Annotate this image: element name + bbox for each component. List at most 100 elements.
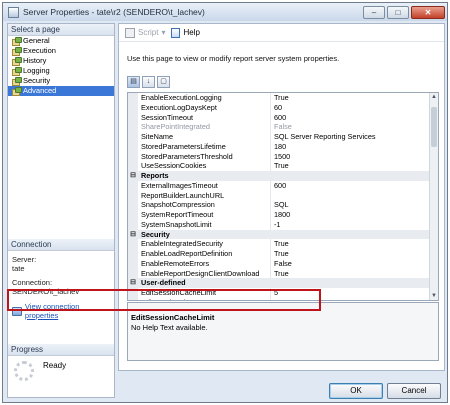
property-value[interactable]: True	[271, 249, 438, 259]
server-label: Server:	[12, 255, 37, 264]
grid-property-row[interactable]: EnableExecutionLogging True	[128, 93, 438, 103]
property-value[interactable]: SQL	[271, 200, 438, 210]
collapse-icon[interactable]: ⊟	[128, 171, 138, 181]
grid-property-row[interactable]: StoredParametersThreshold 1500	[128, 151, 438, 162]
scroll-thumb[interactable]	[431, 107, 437, 147]
grid-property-row[interactable]: UseSessionCookies True	[128, 161, 438, 171]
property-value[interactable]: 1800	[271, 210, 438, 220]
row-gutter	[128, 141, 138, 152]
grid-property-row[interactable]: SharePointIntegrated False	[128, 122, 438, 132]
property-value[interactable]: True	[271, 161, 438, 171]
alphabetical-sort-icon[interactable]: ↓	[142, 76, 155, 88]
grid-property-row[interactable]: SystemReportTimeout 1800	[128, 210, 438, 220]
property-name: EnableLoadReportDefinition	[138, 249, 271, 259]
view-connection-row[interactable]: View connection properties	[8, 302, 114, 320]
property-name: UseSessionCookies	[138, 161, 271, 171]
maximize-button[interactable]: □	[387, 5, 409, 19]
grid-property-row[interactable]: EditSessionCacheLimit 5	[128, 288, 438, 298]
property-value[interactable]: False	[271, 259, 438, 269]
minimize-button[interactable]: –	[363, 5, 385, 19]
cancel-button[interactable]: Cancel	[387, 383, 441, 399]
property-page-icon	[12, 67, 22, 76]
view-connection-properties-link[interactable]: View connection properties	[25, 302, 114, 320]
page-item[interactable]: Security	[8, 76, 114, 86]
property-value[interactable]: 600	[271, 181, 438, 191]
help-text: No Help Text available.	[131, 323, 208, 332]
help-button[interactable]: Help	[171, 27, 200, 38]
property-name: EnableRemoteErrors	[138, 258, 271, 269]
grid-property-row[interactable]: ReportBuilderLaunchURL	[128, 190, 438, 201]
property-value[interactable]: SQL Server Reporting Services	[271, 132, 438, 142]
row-gutter	[128, 210, 138, 220]
help-title: EditSessionCacheLimit	[131, 313, 215, 322]
grid-property-row[interactable]: EnableIntegratedSecurity True	[128, 239, 438, 249]
row-gutter	[128, 161, 138, 171]
page-item[interactable]: Logging	[8, 66, 114, 76]
property-pages-icon[interactable]: ▢	[157, 76, 170, 88]
page-description: Use this page to view or modify report s…	[127, 54, 340, 63]
property-value[interactable]: False	[271, 122, 438, 132]
collapse-icon[interactable]: ⊟	[128, 278, 138, 288]
property-value[interactable]: True	[271, 93, 438, 103]
property-value[interactable]: 180	[271, 142, 438, 152]
property-grid-scrollbar[interactable]: ▲ ▼	[429, 93, 438, 300]
property-value[interactable]: 600	[271, 113, 438, 123]
row-gutter	[128, 258, 138, 269]
grid-property-row[interactable]: SiteName SQL Server Reporting Services	[128, 132, 438, 142]
grid-category-row[interactable]: ⊟ Security	[128, 229, 438, 240]
connection-header: Connection	[8, 239, 114, 251]
grid-property-row[interactable]: StoredParametersLifetime 180	[128, 141, 438, 152]
page-item[interactable]: Advanced	[8, 86, 114, 96]
row-gutter	[128, 268, 138, 279]
script-label: Script	[138, 28, 159, 37]
row-gutter	[128, 200, 138, 210]
grid-category-label: Security	[141, 229, 170, 239]
property-value[interactable]: 60	[271, 103, 438, 113]
page-item[interactable]: Execution	[8, 46, 114, 56]
grid-property-row[interactable]: EnableLoadReportDefinition True	[128, 249, 438, 259]
help-icon	[171, 27, 181, 38]
property-name: ExternalImagesTimeout	[138, 180, 271, 191]
script-dropdown-icon[interactable]: ▾	[161, 28, 165, 37]
progress-status: Ready	[43, 361, 67, 370]
property-value[interactable]: 1500	[271, 152, 438, 162]
grid-property-row[interactable]: EditSessionTimeout7200	[128, 297, 438, 300]
grid-property-row[interactable]: ExternalImagesTimeout 600	[128, 180, 438, 191]
property-value[interactable]: 5	[271, 288, 438, 298]
grid-property-row[interactable]: SystemSnapshotLimit -1	[128, 219, 438, 230]
close-button[interactable]: ✕	[411, 5, 445, 19]
page-item[interactable]: History	[8, 56, 114, 66]
property-value[interactable]: True	[271, 239, 438, 249]
collapse-icon[interactable]: ⊟	[128, 229, 138, 240]
grid-property-row[interactable]: ExecutionLogDaysKept 60	[128, 102, 438, 113]
property-name: StoredParametersThreshold	[138, 151, 271, 162]
row-gutter	[128, 112, 138, 123]
help-pane: EditSessionCacheLimit No Help Text avail…	[127, 302, 439, 361]
property-value[interactable]: -1	[271, 220, 438, 230]
scroll-up-icon[interactable]: ▲	[430, 93, 438, 101]
categorized-view-icon[interactable]: ▤	[127, 76, 140, 88]
property-value[interactable]	[271, 191, 438, 201]
grid-toolbar: ▤ ↓ ▢	[127, 76, 170, 88]
properties-panel: Script ▾ Help Use this page to view or m…	[118, 23, 445, 371]
script-button[interactable]: Script ▾	[125, 27, 165, 38]
page-item-label: History	[23, 56, 47, 65]
grid-property-row[interactable]: EnableReportDesignClientDownload True	[128, 268, 438, 279]
ok-button[interactable]: OK	[329, 383, 383, 399]
grid-category-row[interactable]: ⊟ Reports	[128, 171, 438, 181]
property-value[interactable]: True	[271, 269, 438, 279]
property-page-icon	[12, 57, 22, 66]
grid-property-row[interactable]: SnapshotCompression SQL	[128, 200, 438, 210]
scroll-down-icon[interactable]: ▼	[430, 292, 438, 300]
title-bar[interactable]: Server Properties - tate\r2 (SENDERO\t_l…	[3, 3, 447, 21]
left-panel: Select a page General Execution History Log…	[7, 23, 115, 398]
row-gutter	[128, 102, 138, 113]
page-item-label: General	[23, 36, 50, 45]
property-value[interactable]: 7200	[271, 298, 438, 300]
grid-property-row[interactable]: SessionTimeout 600	[128, 112, 438, 123]
property-grid-rows: EnableExecutionLogging True ExecutionLogDa…	[128, 93, 438, 300]
grid-property-row[interactable]: EnableRemoteErrors False	[128, 258, 438, 269]
row-gutter	[128, 93, 138, 103]
grid-category-row[interactable]: ⊟ User-defined	[128, 278, 438, 288]
page-item[interactable]: General	[8, 36, 114, 46]
